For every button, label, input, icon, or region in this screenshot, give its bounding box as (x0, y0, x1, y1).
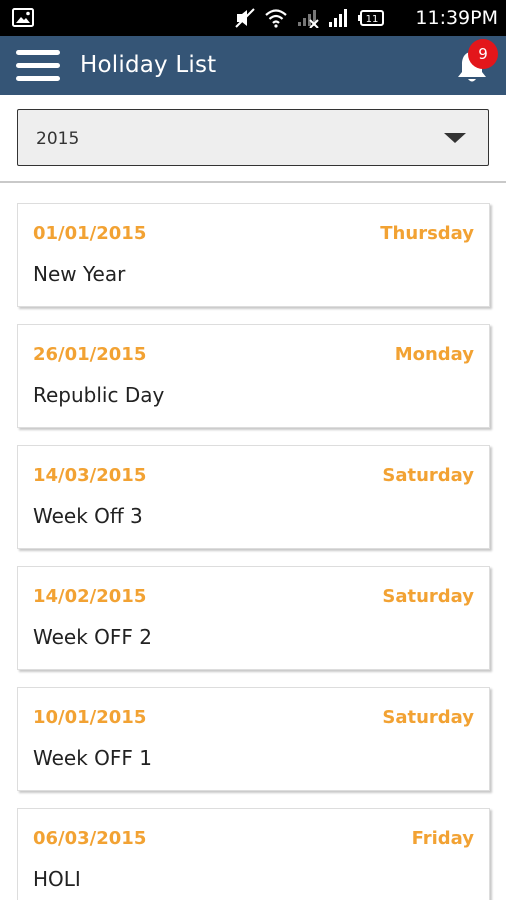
holiday-name: Republic Day (33, 383, 165, 407)
holiday-card[interactable]: 14/02/2015 Saturday Week OFF 2 (17, 566, 490, 670)
notification-badge: 9 (468, 39, 498, 69)
svg-text:11: 11 (366, 14, 379, 25)
holiday-date: 06/03/2015 (33, 828, 147, 849)
notifications-button[interactable]: 9 (455, 39, 499, 88)
holiday-day: Saturday (382, 586, 474, 607)
app-bar: Holiday List 9 (0, 36, 506, 95)
dropdown-arrow-icon (444, 133, 466, 143)
menu-button[interactable] (16, 50, 60, 82)
menu-icon (16, 50, 60, 55)
holiday-day: Saturday (382, 707, 474, 728)
page-title: Holiday List (80, 52, 217, 78)
holiday-name: Week OFF 2 (33, 625, 152, 649)
holiday-name: Week Off 3 (33, 504, 143, 528)
status-bar: 11 11:39PM (0, 0, 506, 36)
holiday-date: 14/02/2015 (33, 586, 147, 607)
menu-icon-bar (16, 63, 60, 68)
no-signal-icon (298, 10, 319, 28)
signal-icon (329, 9, 347, 27)
holiday-card[interactable]: 01/01/2015 Thursday New Year (17, 203, 490, 307)
holiday-date: 10/01/2015 (33, 707, 147, 728)
gallery-icon (12, 8, 34, 27)
year-value: 2015 (36, 129, 80, 149)
mute-icon (235, 8, 255, 28)
holiday-card[interactable]: 14/03/2015 Saturday Week Off 3 (17, 445, 490, 549)
holiday-card[interactable]: 26/01/2015 Monday Republic Day (17, 324, 490, 428)
holiday-card[interactable]: 06/03/2015 Friday HOLI (17, 808, 490, 900)
holiday-date: 14/03/2015 (33, 465, 147, 486)
menu-icon-bar (16, 76, 60, 81)
holiday-name: HOLI (33, 867, 81, 891)
status-icons: 11 (234, 8, 386, 28)
divider (0, 181, 506, 183)
holiday-card[interactable]: 10/01/2015 Saturday Week OFF 1 (17, 687, 490, 791)
holiday-date: 26/01/2015 (33, 344, 147, 365)
holiday-name: New Year (33, 262, 126, 286)
clock: 11:39PM (415, 7, 498, 29)
holiday-list: 01/01/2015 Thursday New Year 26/01/2015 … (17, 203, 491, 900)
holiday-date: 01/01/2015 (33, 223, 147, 244)
wifi-icon (265, 9, 287, 28)
year-dropdown[interactable]: 2015 (17, 109, 489, 166)
holiday-day: Thursday (380, 223, 474, 244)
holiday-day: Friday (411, 828, 474, 849)
holiday-name: Week OFF 1 (33, 746, 152, 770)
holiday-day: Monday (394, 344, 474, 365)
holiday-day: Saturday (382, 465, 474, 486)
battery-icon: 11 (358, 10, 384, 26)
